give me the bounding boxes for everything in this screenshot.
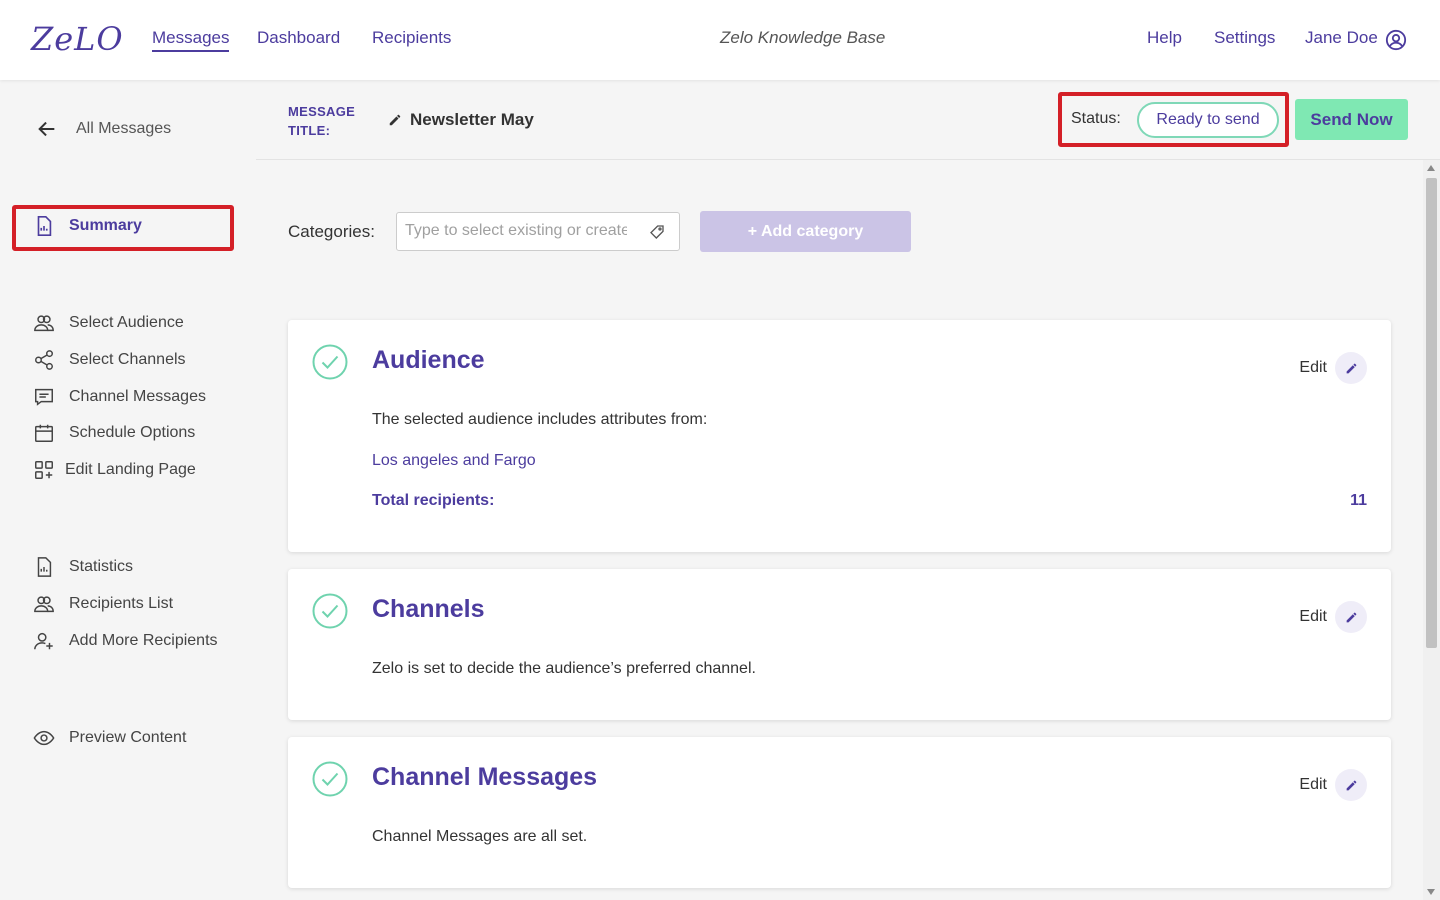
- edit-label: Edit: [1299, 359, 1327, 376]
- send-now-button[interactable]: Send Now: [1295, 99, 1408, 140]
- total-recipients-count: 11: [1350, 492, 1367, 509]
- sidebar-item-label: Edit Landing Page: [65, 461, 196, 478]
- channel-messages-card: Channel Messages Edit Channel Messages a…: [288, 737, 1391, 888]
- nav-settings[interactable]: Settings: [1214, 28, 1275, 48]
- tag-icon: [650, 225, 664, 239]
- user-account-icon[interactable]: [1385, 29, 1407, 51]
- card-title: Channels: [372, 595, 485, 623]
- audience-attributes: Los angeles and Fargo: [372, 452, 536, 469]
- message-title[interactable]: Newsletter May: [388, 110, 534, 130]
- edit-pencil-button[interactable]: [1335, 601, 1367, 633]
- categories-label: Categories:: [288, 222, 375, 241]
- categories-field[interactable]: [396, 212, 680, 251]
- sidebar-item-label: Preview Content: [69, 729, 187, 746]
- arrow-left-icon: [38, 121, 55, 137]
- audience-description: The selected audience includes attribute…: [372, 411, 708, 428]
- nav-dashboard[interactable]: Dashboard: [257, 28, 340, 48]
- report-icon: [37, 557, 52, 577]
- check-circle-icon: [312, 344, 348, 380]
- sidebar-item-summary[interactable]: Summary: [33, 215, 142, 237]
- categories-input[interactable]: [405, 222, 627, 240]
- top-navigation-bar: ZeLO Messages Dashboard Recipients Zelo …: [0, 0, 1440, 80]
- message-title-text: Newsletter May: [410, 110, 534, 129]
- back-label: All Messages: [76, 120, 172, 137]
- edit-pencil-button[interactable]: [1335, 769, 1367, 801]
- sidebar-item-channel-messages[interactable]: Channel Messages: [33, 386, 206, 408]
- edit-channels-button[interactable]: Edit: [1299, 601, 1367, 633]
- edit-pencil-button[interactable]: [1335, 352, 1367, 384]
- scrollbar-thumb[interactable]: [1426, 178, 1437, 648]
- sidebar-item-select-audience[interactable]: Select Audience: [33, 312, 184, 334]
- grid-add-icon: [35, 461, 53, 479]
- nav-messages[interactable]: Messages: [152, 28, 230, 52]
- knowledge-base-title[interactable]: Zelo Knowledge Base: [720, 28, 885, 48]
- status-label: Status:: [1071, 110, 1121, 127]
- total-recipients-label: Total recipients:: [372, 492, 495, 509]
- sidebar-item-label: Select Audience: [69, 314, 184, 331]
- card-title: Channel Messages: [372, 763, 598, 791]
- user-add-icon: [34, 632, 53, 650]
- edit-channel-messages-button[interactable]: Edit: [1299, 769, 1367, 801]
- sidebar-item-add-more-recipients[interactable]: Add More Recipients: [33, 630, 218, 652]
- check-circle-icon: [312, 593, 348, 629]
- sidebar-item-label: Summary: [69, 217, 142, 234]
- sidebar-item-label: Statistics: [69, 558, 134, 575]
- scroll-up-arrow[interactable]: [1427, 165, 1435, 171]
- share-icon: [35, 350, 53, 370]
- report-icon: [37, 216, 52, 236]
- sidebar-item-preview-content[interactable]: Preview Content: [33, 727, 186, 749]
- sidebar-item-schedule-options[interactable]: Schedule Options: [33, 422, 195, 444]
- pencil-icon: [1346, 612, 1356, 622]
- sidebar-item-recipients-list[interactable]: Recipients List: [33, 593, 173, 615]
- user-name[interactable]: Jane Doe: [1305, 28, 1378, 48]
- users-icon: [34, 315, 54, 332]
- edit-audience-button[interactable]: Edit: [1299, 352, 1367, 384]
- sidebar-item-statistics[interactable]: Statistics: [33, 556, 133, 578]
- vertical-scrollbar[interactable]: [1423, 160, 1440, 900]
- pencil-icon: [1346, 780, 1356, 790]
- users-icon: [34, 596, 54, 613]
- check-circle-icon: [312, 761, 348, 797]
- channels-card: Channels Edit Zelo is set to decide the …: [288, 569, 1391, 720]
- pencil-icon: [1346, 363, 1356, 373]
- sidebar-item-label: Add More Recipients: [69, 632, 218, 649]
- calendar-icon: [35, 424, 53, 442]
- audience-card: Audience Edit The selected audience incl…: [288, 320, 1391, 552]
- edit-label: Edit: [1299, 776, 1327, 793]
- pencil-icon: [389, 114, 401, 126]
- add-category-button[interactable]: + Add category: [700, 211, 911, 252]
- nav-recipients[interactable]: Recipients: [372, 28, 451, 48]
- card-title: Audience: [372, 346, 485, 374]
- sidebar-item-select-channels[interactable]: Select Channels: [33, 349, 186, 371]
- sidebar-item-label: Schedule Options: [69, 424, 196, 441]
- eye-icon: [33, 730, 55, 746]
- header-divider: [256, 159, 1440, 160]
- channel-messages-description: Channel Messages are all set.: [372, 828, 588, 845]
- sidebar-item-label: Recipients List: [69, 595, 174, 612]
- sidebar-item-label: Channel Messages: [69, 388, 206, 405]
- status-badge: Ready to send: [1137, 102, 1279, 138]
- message-title-label: MESSAGE TITLE:: [288, 104, 356, 138]
- zelo-logo[interactable]: ZeLO: [31, 20, 124, 58]
- back-to-all-messages[interactable]: All Messages: [36, 118, 171, 140]
- edit-label: Edit: [1299, 608, 1327, 625]
- nav-help[interactable]: Help: [1147, 28, 1182, 48]
- sidebar-item-edit-landing-page[interactable]: Edit Landing Page: [33, 459, 196, 481]
- message-icon: [35, 388, 53, 406]
- scroll-down-arrow[interactable]: [1427, 889, 1435, 895]
- sidebar-item-label: Select Channels: [69, 351, 186, 368]
- channels-description: Zelo is set to decide the audience’s pre…: [372, 660, 756, 677]
